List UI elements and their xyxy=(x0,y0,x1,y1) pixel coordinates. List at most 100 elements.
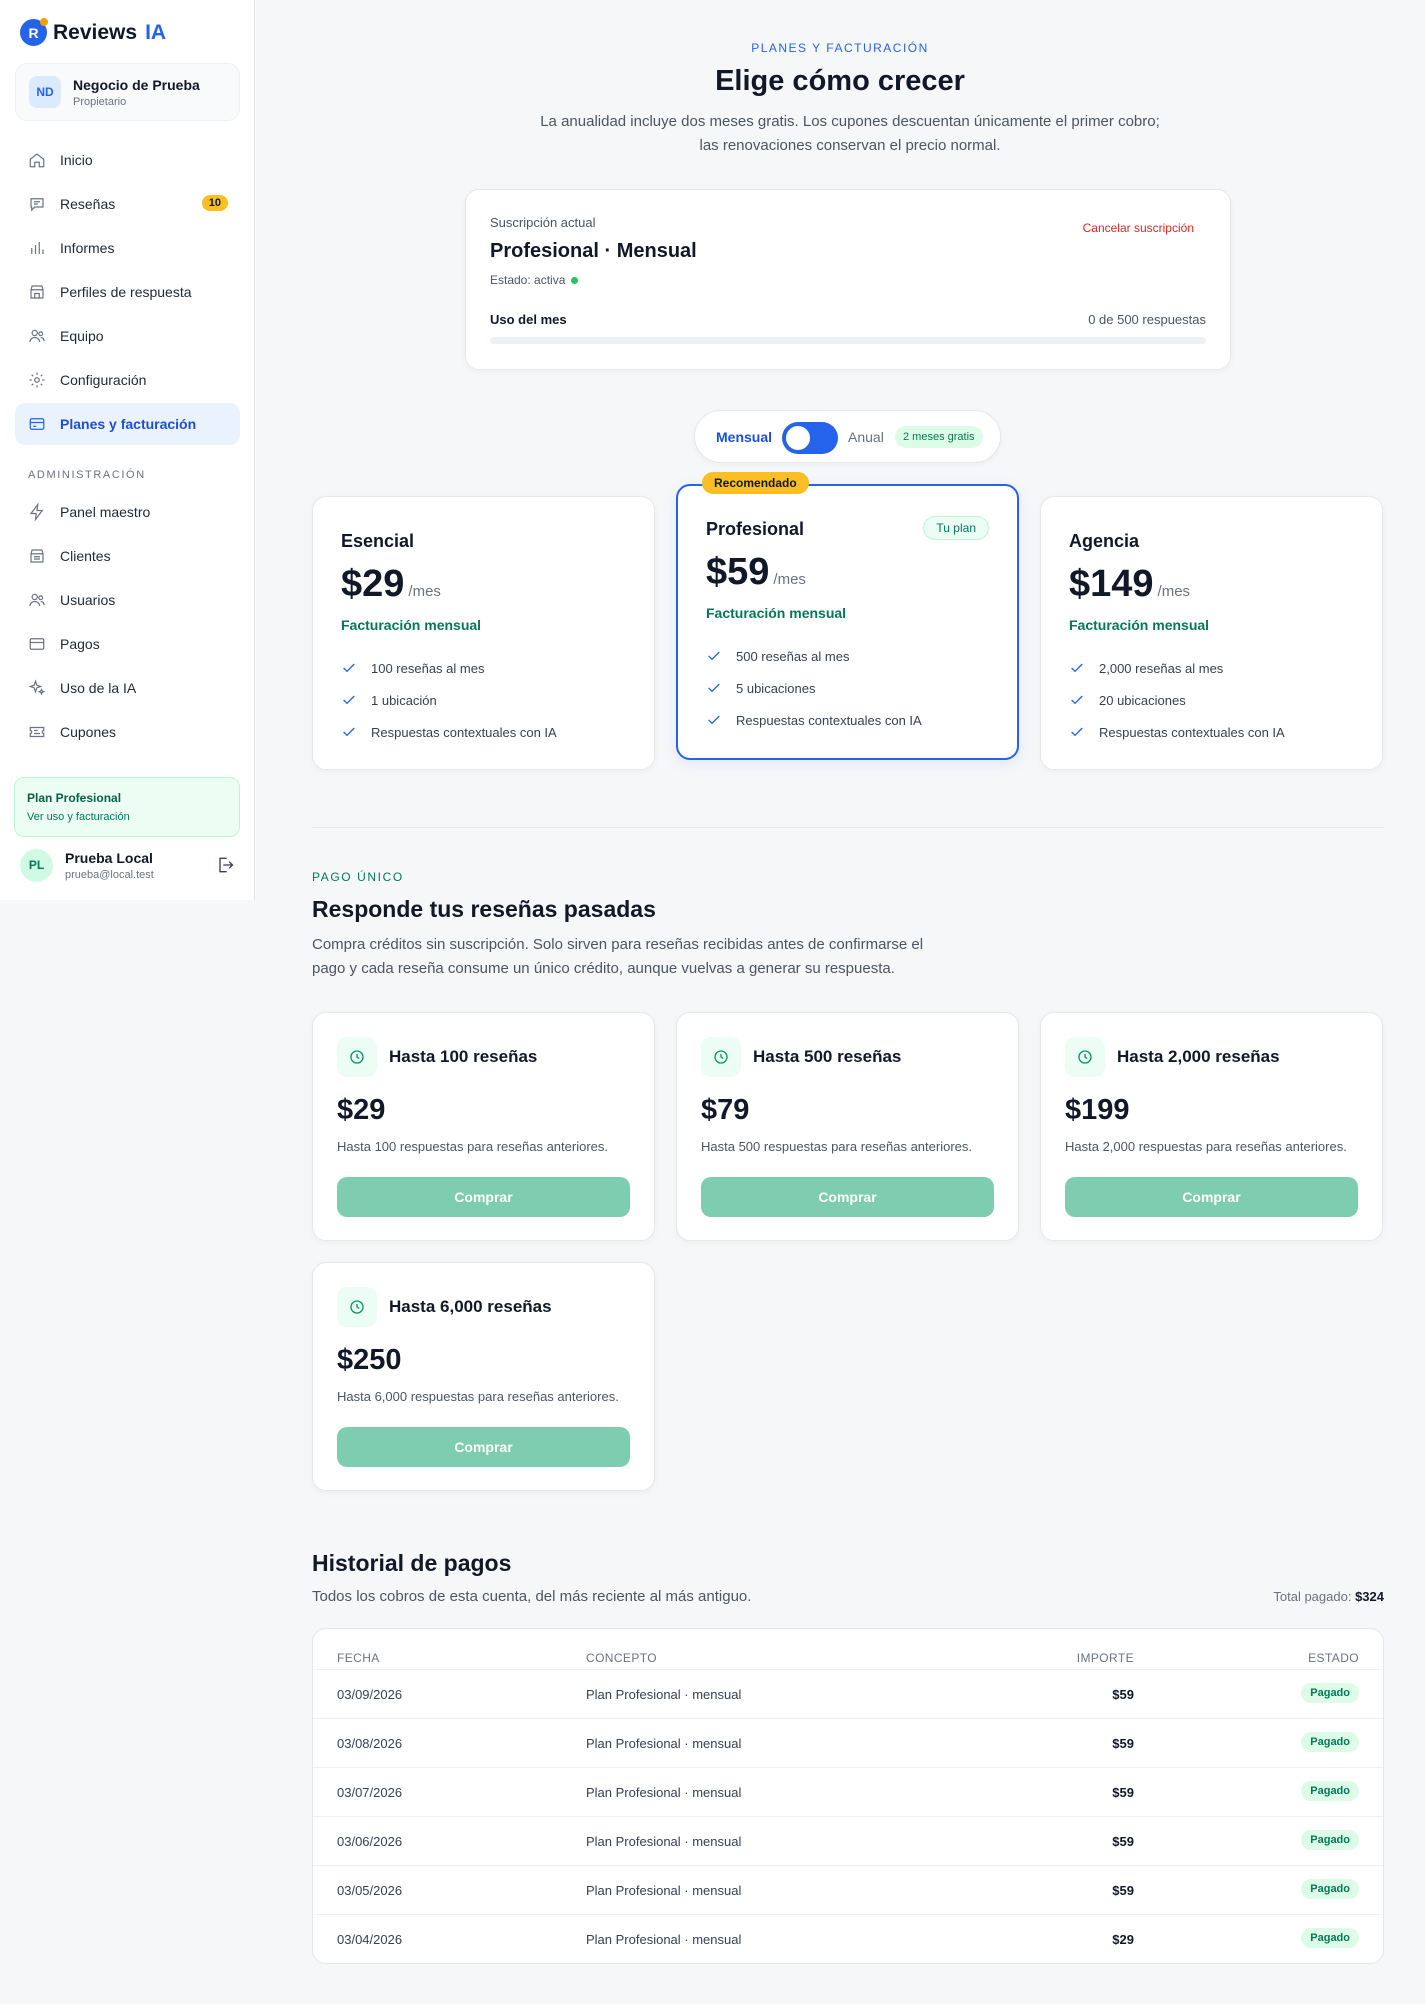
sidebar-item-label: Configuración xyxy=(60,372,147,388)
row-date: 03/05/2026 xyxy=(337,1883,403,1898)
plan-price-value: $29 xyxy=(341,563,405,605)
plan-feature: 2,000 reseñas al mes xyxy=(1069,660,1223,676)
status-badge: Pagado xyxy=(1301,1683,1359,1703)
status-badge: Pagado xyxy=(1301,1928,1359,1948)
toggle-annual-label[interactable]: Anual xyxy=(848,429,884,445)
plan-price-period: /mes xyxy=(1157,583,1191,600)
sidebar-item-cupones[interactable]: Cupones xyxy=(15,711,240,753)
brand-name: Reviews xyxy=(53,20,138,44)
business-role: Propietario xyxy=(73,95,127,108)
business-switcher[interactable]: ND Negocio de Prueba Propietario xyxy=(15,63,240,121)
sidebar-item-label: Reseñas xyxy=(60,196,116,212)
sidebar-item-configuracion[interactable]: Configuración xyxy=(15,359,240,401)
table-row: 03/05/2026 Plan Profesional · mensual $5… xyxy=(313,1865,1383,1914)
pack-description: Hasta 2,000 respuestas para reseñas ante… xyxy=(1065,1139,1347,1154)
sidebar-item-planes[interactable]: Planes y facturación xyxy=(15,403,240,445)
column-header-amount: IMPORTE xyxy=(1076,1651,1134,1665)
plan-billing: Facturación mensual xyxy=(341,617,482,633)
sidebar-item-label: Informes xyxy=(60,240,115,256)
buy-button[interactable]: Comprar xyxy=(337,1427,630,1467)
check-icon xyxy=(1071,727,1083,737)
cancel-subscription-button[interactable]: Cancelar suscripción xyxy=(1083,221,1194,235)
clock-icon xyxy=(1065,1037,1105,1077)
logout-icon xyxy=(219,857,234,873)
plan-feature-label: Respuestas contextuales con IA xyxy=(371,724,557,740)
plan-feature: 1 ubicación xyxy=(341,692,437,708)
sidebar-item-informes[interactable]: Informes xyxy=(15,227,240,269)
billing-switch[interactable] xyxy=(782,422,838,454)
credit-pack-card: Hasta 100 reseñas $29 Hasta 100 respuest… xyxy=(312,1012,655,1241)
sidebar-item-label: Clientes xyxy=(60,548,111,564)
main-nav: Inicio Reseñas 10 Informes Perfiles de r… xyxy=(15,139,240,447)
sidebar-item-label: Inicio xyxy=(60,152,93,168)
plan-feature: 5 ubicaciones xyxy=(706,680,816,696)
page-subtitle-line: La anualidad incluye dos meses gratis. L… xyxy=(540,113,1160,130)
clock-icon xyxy=(701,1037,741,1077)
clock-icon xyxy=(337,1287,377,1327)
sidebar-item-label: Usuarios xyxy=(60,592,116,608)
table-row: 03/08/2026 Plan Profesional · mensual $5… xyxy=(313,1718,1383,1767)
sidebar-plan-card[interactable]: Plan Profesional Ver uso y facturación xyxy=(14,777,240,837)
brand-logo[interactable]: R Reviews IA xyxy=(20,18,166,46)
sidebar-item-pagos[interactable]: Pagos xyxy=(15,623,240,665)
credit-card-icon xyxy=(29,638,45,650)
plan-feature-label: 5 ubicaciones xyxy=(736,680,816,696)
page-eyebrow: PLANES Y FACTURACIÓN xyxy=(751,41,929,55)
buy-button[interactable]: Comprar xyxy=(337,1177,630,1217)
sidebar-plan-link[interactable]: Ver uso y facturación xyxy=(27,811,227,823)
annual-discount-badge: 2 meses gratis xyxy=(895,426,983,448)
store-icon xyxy=(30,285,44,299)
row-amount: $59 xyxy=(1112,1736,1134,1751)
toggle-monthly-label[interactable]: Mensual xyxy=(716,429,772,445)
one-time-subtitle-line: Compra créditos sin suscripción. Solo si… xyxy=(312,936,924,953)
history-total-label: Total pagado: xyxy=(1273,1589,1352,1604)
logout-button[interactable] xyxy=(215,855,235,875)
pack-name: Hasta 500 reseñas xyxy=(753,1047,902,1066)
sidebar-item-inicio[interactable]: Inicio xyxy=(15,139,240,181)
sidebar-item-clientes[interactable]: Clientes xyxy=(15,535,240,577)
buy-button[interactable]: Comprar xyxy=(701,1177,994,1217)
sidebar-item-label: Panel maestro xyxy=(60,504,151,520)
one-time-eyebrow: PAGO ÚNICO xyxy=(312,870,404,884)
plan-feature-label: 2,000 reseñas al mes xyxy=(1099,660,1224,676)
credit-pack-card: Hasta 6,000 reseñas $250 Hasta 6,000 res… xyxy=(312,1262,655,1491)
sidebar-item-panel-maestro[interactable]: Panel maestro xyxy=(15,491,240,533)
plan-price: $149/mes xyxy=(1069,563,1190,606)
admin-section-heading: ADMINISTRACIÓN xyxy=(28,469,146,481)
plan-feature: 500 reseñas al mes xyxy=(706,648,849,664)
check-icon xyxy=(343,695,355,705)
sidebar-item-label: Planes y facturación xyxy=(60,416,197,432)
usage-count: 0 de 500 respuestas xyxy=(1088,312,1206,327)
row-date: 03/04/2026 xyxy=(337,1932,403,1947)
table-row: 03/07/2026 Plan Profesional · mensual $5… xyxy=(313,1767,1383,1816)
sidebar-item-perfiles[interactable]: Perfiles de respuesta xyxy=(15,271,240,313)
sidebar-item-resenas[interactable]: Reseñas 10 xyxy=(15,183,240,225)
plan-feature: 100 reseñas al mes xyxy=(341,660,484,676)
sidebar-item-label: Uso de la IA xyxy=(60,680,137,696)
plan-name: Esencial xyxy=(341,531,415,551)
sidebar-item-usuarios[interactable]: Usuarios xyxy=(15,579,240,621)
plan-billing: Facturación mensual xyxy=(1069,617,1210,633)
buy-button[interactable]: Comprar xyxy=(1065,1177,1358,1217)
pack-name: Hasta 2,000 reseñas xyxy=(1117,1047,1280,1066)
users-icon xyxy=(29,593,45,607)
sidebar-item-uso-ia[interactable]: Uso de la IA xyxy=(15,667,240,709)
plan-feature: Respuestas contextuales con IA xyxy=(1069,724,1285,740)
sidebar-plan-title: Plan Profesional xyxy=(27,791,122,805)
row-date: 03/08/2026 xyxy=(337,1736,403,1751)
row-date: 03/06/2026 xyxy=(337,1834,403,1849)
sparkles-icon xyxy=(28,679,46,696)
plan-feature-label: Respuestas contextuales con IA xyxy=(1099,724,1285,740)
row-concept: Plan Profesional · mensual xyxy=(586,1834,742,1849)
sidebar-item-equipo[interactable]: Equipo xyxy=(15,315,240,357)
recommended-badge: Recomendado xyxy=(702,472,809,494)
row-amount: $59 xyxy=(1112,1834,1134,1849)
usage-progress-bar xyxy=(490,337,1206,344)
gear-icon xyxy=(29,372,45,388)
one-time-subtitle-line: pago y cada reseña consume un único créd… xyxy=(312,960,895,977)
table-row: 03/09/2026 Plan Profesional · mensual $5… xyxy=(313,1669,1383,1718)
check-icon xyxy=(1071,695,1083,705)
status-badge: Pagado xyxy=(1301,1830,1359,1850)
check-icon xyxy=(708,715,720,725)
row-concept: Plan Profesional · mensual xyxy=(586,1883,742,1898)
